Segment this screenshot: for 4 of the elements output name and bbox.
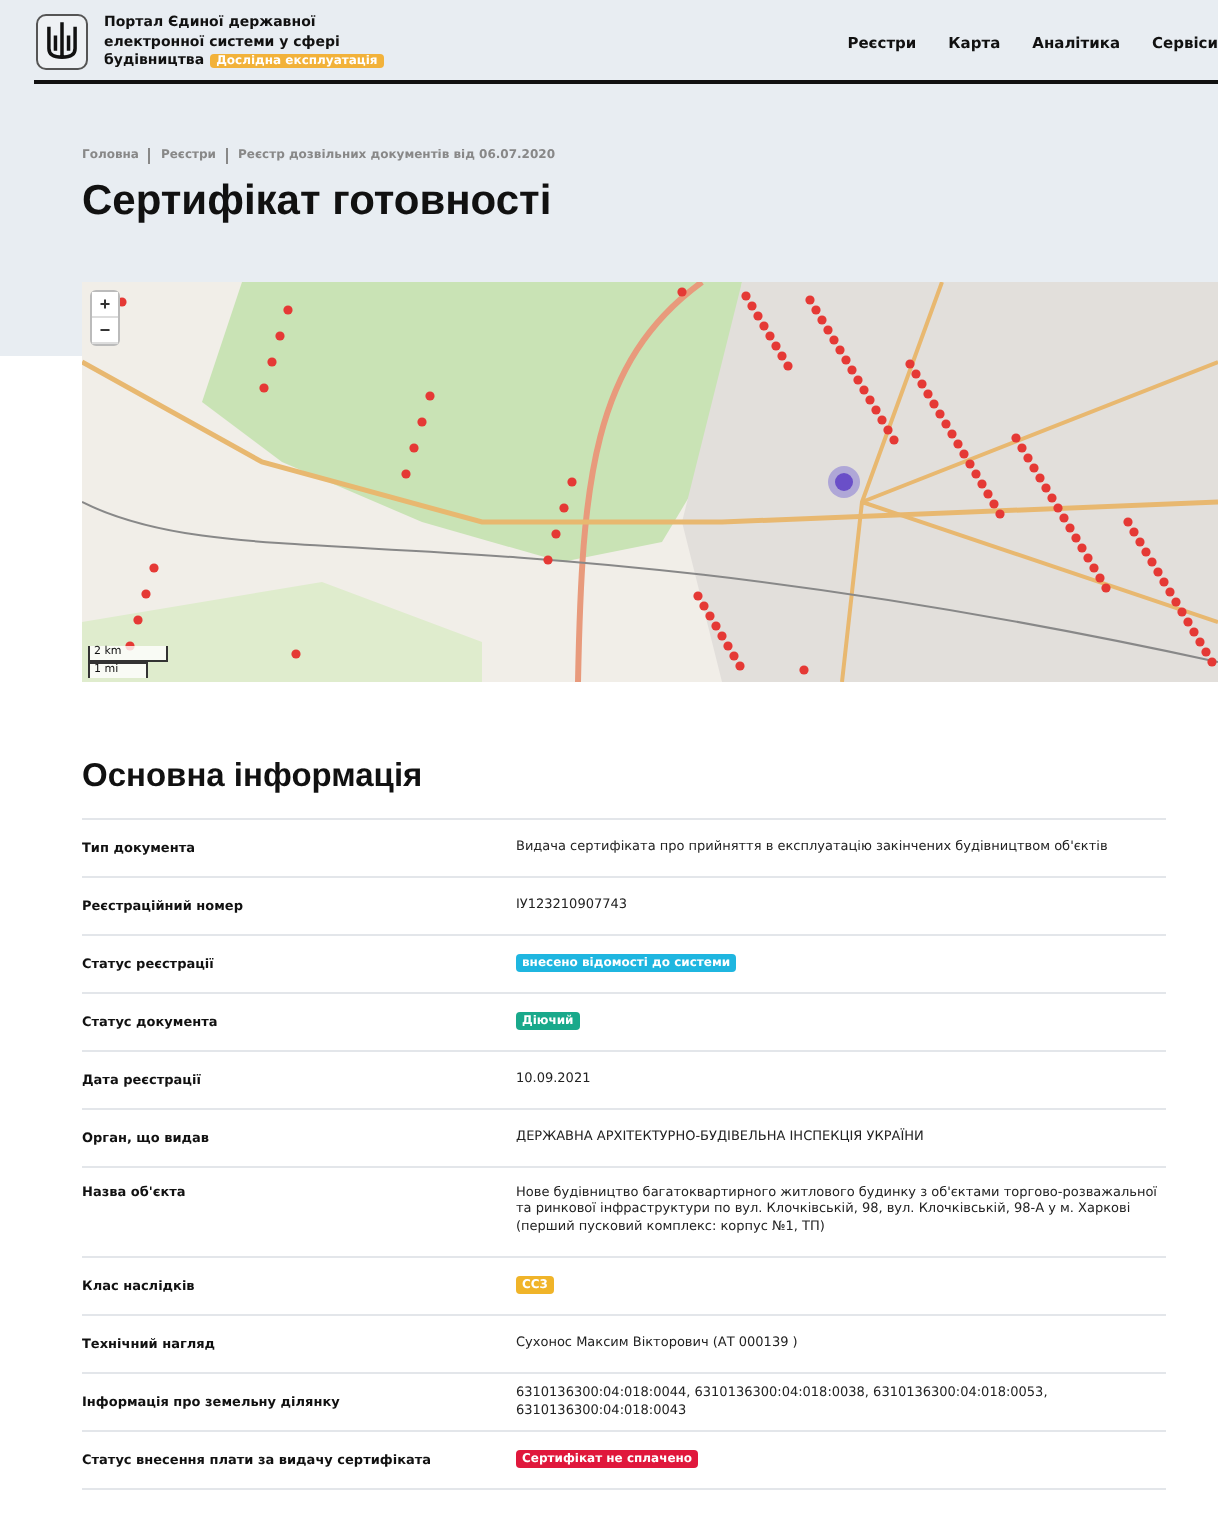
section-title: Основна інформація bbox=[82, 757, 425, 795]
page-title: Сертифікат готовності bbox=[82, 177, 554, 225]
trident-logo-icon[interactable] bbox=[36, 14, 88, 71]
zoom-in-button[interactable]: + bbox=[92, 291, 118, 317]
